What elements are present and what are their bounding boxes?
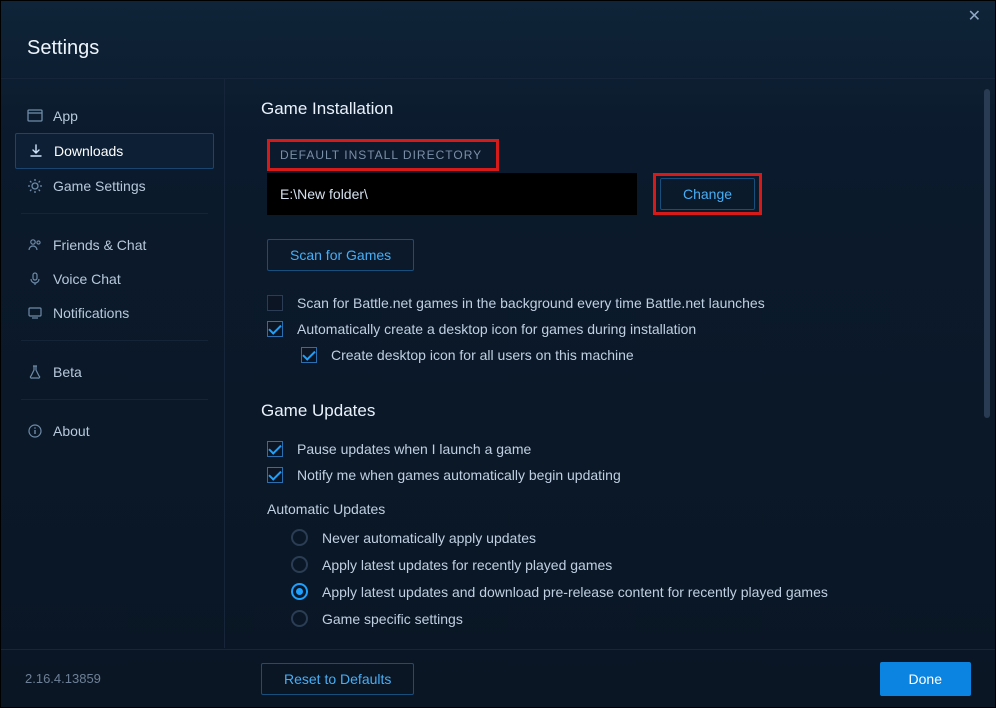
download-icon (28, 143, 44, 159)
header: Settings (1, 31, 995, 78)
auto-updates-label: Automatic Updates (267, 501, 959, 517)
checkbox-label: Automatically create a desktop icon for … (297, 321, 696, 337)
main-panel: Game Installation DEFAULT INSTALL DIRECT… (225, 79, 995, 648)
sidebar-item-label: Notifications (53, 305, 129, 321)
bell-icon (27, 305, 43, 321)
flask-icon (27, 364, 43, 380)
divider (21, 213, 208, 214)
radio-prerelease[interactable] (291, 583, 308, 600)
body: App Downloads Game Settings Friends & Ch… (1, 78, 995, 648)
default-dir-label: DEFAULT INSTALL DIRECTORY (270, 142, 492, 168)
mic-icon (27, 271, 43, 287)
radio-label: Game specific settings (322, 611, 463, 627)
sidebar-item-friends[interactable]: Friends & Chat (15, 228, 214, 262)
close-icon[interactable]: ✕ (968, 6, 981, 26)
scan-for-games-button[interactable]: Scan for Games (267, 239, 414, 271)
checkbox-scan-background[interactable] (267, 295, 283, 311)
sidebar-item-label: About (53, 423, 90, 439)
sidebar-item-voice[interactable]: Voice Chat (15, 262, 214, 296)
sidebar: App Downloads Game Settings Friends & Ch… (1, 79, 225, 648)
checkbox-label: Pause updates when I launch a game (297, 441, 531, 457)
checkbox-label: Notify me when games automatically begin… (297, 467, 621, 483)
section-title-updates: Game Updates (261, 401, 959, 421)
app-icon (27, 108, 43, 124)
radio-label: Apply latest updates for recently played… (322, 557, 612, 573)
sidebar-item-downloads[interactable]: Downloads (15, 133, 214, 169)
section-title-install: Game Installation (261, 99, 959, 119)
radio-latest-recent[interactable] (291, 556, 308, 573)
friends-icon (27, 237, 43, 253)
done-button[interactable]: Done (880, 662, 971, 696)
footer: 2.16.4.13859 Reset to Defaults Done (1, 649, 995, 707)
sidebar-item-label: App (53, 108, 78, 124)
sidebar-item-beta[interactable]: Beta (15, 355, 214, 389)
install-directory-input[interactable] (267, 173, 637, 215)
sidebar-item-app[interactable]: App (15, 99, 214, 133)
checkbox-pause-updates[interactable] (267, 441, 283, 457)
gear-icon (27, 178, 43, 194)
change-button[interactable]: Change (660, 178, 755, 210)
divider (21, 340, 208, 341)
sidebar-item-label: Downloads (54, 143, 123, 159)
highlight-change: Change (653, 173, 762, 215)
sidebar-item-about[interactable]: About (15, 414, 214, 448)
titlebar: ✕ (1, 1, 995, 31)
reset-defaults-button[interactable]: Reset to Defaults (261, 663, 414, 695)
checkbox-all-users[interactable] (301, 347, 317, 363)
sidebar-item-label: Friends & Chat (53, 237, 146, 253)
radio-label: Never automatically apply updates (322, 530, 536, 546)
radio-game-specific[interactable] (291, 610, 308, 627)
checkbox-label: Scan for Battle.net games in the backgro… (297, 295, 765, 311)
scrollbar[interactable] (983, 89, 991, 638)
radio-never[interactable] (291, 529, 308, 546)
sidebar-item-label: Beta (53, 364, 82, 380)
settings-window: ✕ Settings App Downloads Game Settings F… (0, 0, 996, 708)
scrollbar-thumb[interactable] (984, 89, 990, 418)
checkbox-notify-updates[interactable] (267, 467, 283, 483)
checkbox-auto-desktop-icon[interactable] (267, 321, 283, 337)
sidebar-item-game-settings[interactable]: Game Settings (15, 169, 214, 203)
sidebar-item-notifications[interactable]: Notifications (15, 296, 214, 330)
highlight-default-dir: DEFAULT INSTALL DIRECTORY (267, 139, 499, 171)
sidebar-item-label: Game Settings (53, 178, 146, 194)
page-title: Settings (27, 37, 969, 60)
sidebar-item-label: Voice Chat (53, 271, 121, 287)
version-label: 2.16.4.13859 (25, 671, 249, 686)
divider (21, 399, 208, 400)
radio-label: Apply latest updates and download pre-re… (322, 584, 828, 600)
checkbox-label: Create desktop icon for all users on thi… (331, 347, 634, 363)
info-icon (27, 423, 43, 439)
